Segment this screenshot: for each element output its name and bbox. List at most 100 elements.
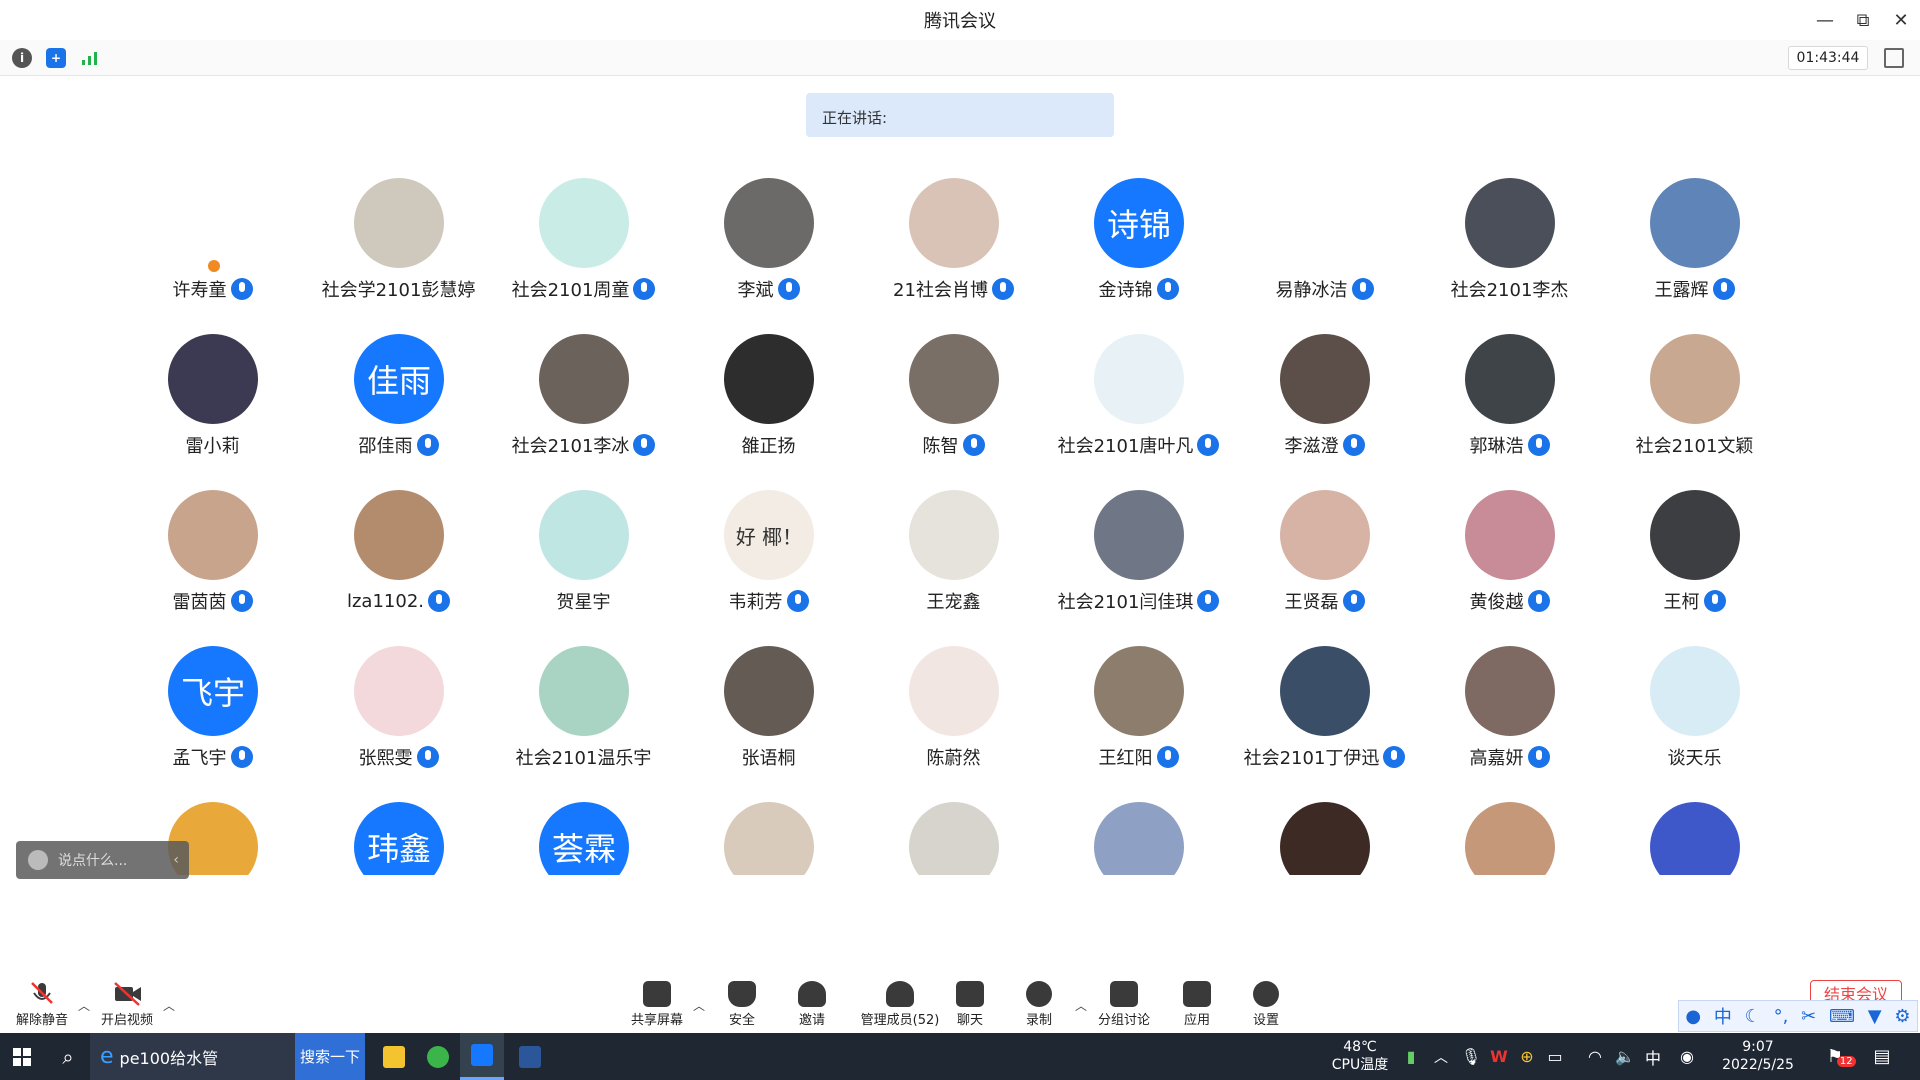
avatar[interactable]	[539, 334, 629, 424]
participant-tile[interactable]: 社会2101文颖	[1602, 326, 1787, 466]
ime-avatar-icon[interactable]: ●	[1685, 1006, 1701, 1027]
participant-tile[interactable]: 王露辉	[1602, 170, 1787, 310]
avatar[interactable]: 诗锦	[1094, 178, 1184, 268]
avatar[interactable]	[1280, 646, 1370, 736]
scissors-icon[interactable]: ✂	[1801, 1006, 1816, 1027]
file-explorer-icon[interactable]	[372, 1033, 416, 1080]
participant-tile[interactable]: 雒正扬	[676, 326, 861, 466]
avatar[interactable]	[354, 490, 444, 580]
qq-tray-icon[interactable]: ◉	[1674, 1033, 1700, 1080]
avatar[interactable]	[1094, 646, 1184, 736]
shirt-icon[interactable]: ▼	[1868, 1006, 1882, 1027]
avatar[interactable]: 佳雨	[354, 334, 444, 424]
avatar[interactable]	[168, 334, 258, 424]
avatar[interactable]: 好 椰！	[724, 490, 814, 580]
participant-tile[interactable]: 好 椰！ 韦莉芳	[676, 482, 861, 622]
avatar[interactable]	[1094, 490, 1184, 580]
security-button[interactable]: 安全	[702, 979, 782, 1031]
share-screen-button[interactable]: 共享屏幕	[617, 979, 697, 1031]
record-button[interactable]: 录制	[999, 979, 1079, 1031]
participant-tile[interactable]	[1232, 794, 1417, 875]
breakout-button[interactable]: 分组讨论	[1084, 979, 1164, 1031]
invite-button[interactable]: 邀请	[772, 979, 852, 1031]
participant-tile[interactable]: 张语桐	[676, 638, 861, 778]
participant-tile[interactable]: 社会2101周童	[491, 170, 676, 310]
participant-tile[interactable]: 荟霖	[491, 794, 676, 875]
participant-tile[interactable]: 张熙雯	[306, 638, 491, 778]
chevron-left-icon[interactable]: ‹	[173, 852, 179, 868]
browser-taskbar-item[interactable]: e pe100给水管	[90, 1033, 295, 1080]
apps-button[interactable]: 应用	[1157, 979, 1237, 1031]
avatar[interactable]	[1280, 802, 1370, 875]
avatar[interactable]	[354, 646, 444, 736]
avatar[interactable]	[1465, 646, 1555, 736]
signal-icon[interactable]	[80, 48, 100, 68]
participant-tile[interactable]: 王贤磊	[1232, 482, 1417, 622]
avatar[interactable]	[909, 334, 999, 424]
participant-tile[interactable]: 雷茵茵	[120, 482, 305, 622]
avatar[interactable]	[1280, 490, 1370, 580]
start-video-button[interactable]: 开启视频	[87, 979, 167, 1031]
avatar[interactable]	[1094, 334, 1184, 424]
settings-button[interactable]: 设置	[1226, 979, 1306, 1031]
avatar[interactable]	[1465, 178, 1555, 268]
avatar[interactable]	[1280, 334, 1370, 424]
participant-tile[interactable]: lza1102.	[306, 482, 491, 622]
battery-icon[interactable]: ▮	[1398, 1033, 1424, 1080]
participant-tile[interactable]: 郭琳浩	[1417, 326, 1602, 466]
participant-tile[interactable]	[861, 794, 1046, 875]
avatar[interactable]	[1650, 334, 1740, 424]
participant-tile[interactable]: 易静冰洁	[1232, 170, 1417, 310]
participant-tile[interactable]: 许寿童	[120, 170, 305, 310]
fullscreen-icon[interactable]	[1884, 48, 1904, 68]
participant-tile[interactable]: 王红阳	[1046, 638, 1231, 778]
avatar[interactable]: 荟霖	[539, 802, 629, 875]
microphone-tray-icon[interactable]: 🎙	[1458, 1033, 1484, 1080]
wifi-icon[interactable]: ◠	[1582, 1033, 1608, 1080]
info-icon[interactable]: i	[12, 48, 32, 68]
green-plus-icon[interactable]: ⊕	[1514, 1033, 1540, 1080]
avatar[interactable]	[1650, 490, 1740, 580]
ime-indicator[interactable]: 中	[1640, 1033, 1666, 1080]
participant-tile[interactable]	[1417, 794, 1602, 875]
search-icon[interactable]: ⌕	[46, 1033, 90, 1080]
participant-tile[interactable]	[676, 794, 861, 875]
windows-start-icon[interactable]	[0, 1033, 44, 1080]
avatar[interactable]	[1094, 802, 1184, 875]
avatar[interactable]	[539, 490, 629, 580]
participant-tile[interactable]: 社会2101唐叶凡	[1046, 326, 1231, 466]
participant-tile[interactable]: 雷小莉	[120, 326, 305, 466]
participant-tile[interactable]: 社会学2101彭慧婷	[306, 170, 491, 310]
ime-settings-icon[interactable]: ⚙	[1894, 1006, 1910, 1027]
participant-tile[interactable]: 高嘉妍	[1417, 638, 1602, 778]
unmute-button[interactable]: 解除静音	[2, 979, 82, 1031]
browser-360-icon[interactable]	[416, 1033, 460, 1080]
avatar[interactable]	[724, 178, 814, 268]
chat-input[interactable]: 说点什么... ‹	[16, 841, 189, 879]
avatar[interactable]	[539, 178, 629, 268]
emoji-icon[interactable]	[28, 850, 48, 870]
chevron-up-icon[interactable]: ︿	[1428, 1033, 1454, 1080]
notification-flag-icon[interactable]: ⚑ 12	[1818, 1033, 1856, 1080]
close-button[interactable]: ✕	[1882, 0, 1920, 40]
participant-tile[interactable]: 社会2101闫佳琪	[1046, 482, 1231, 622]
restore-button[interactable]: ⧉	[1844, 0, 1882, 40]
punctuation-icon[interactable]: °,	[1774, 1006, 1789, 1027]
avatar[interactable]	[168, 178, 258, 268]
participant-tile[interactable]: 李滋澄	[1232, 326, 1417, 466]
participant-tile[interactable]: 黄俊越	[1417, 482, 1602, 622]
moon-icon[interactable]: ☾	[1745, 1006, 1761, 1027]
volume-icon[interactable]: 🔈	[1612, 1033, 1638, 1080]
avatar[interactable]	[909, 490, 999, 580]
avatar[interactable]	[909, 178, 999, 268]
participant-tile[interactable]: 谈天乐	[1602, 638, 1787, 778]
video-options-caret[interactable]: ︿	[163, 997, 175, 1014]
minimize-button[interactable]: —	[1806, 0, 1844, 40]
participant-tile[interactable]: 社会2101温乐宇	[491, 638, 676, 778]
participant-tile[interactable]: 佳雨 邵佳雨	[306, 326, 491, 466]
avatar[interactable]	[724, 334, 814, 424]
avatar[interactable]	[1465, 490, 1555, 580]
avatar[interactable]	[909, 802, 999, 875]
avatar[interactable]	[354, 178, 444, 268]
participant-tile[interactable]	[1602, 794, 1787, 875]
